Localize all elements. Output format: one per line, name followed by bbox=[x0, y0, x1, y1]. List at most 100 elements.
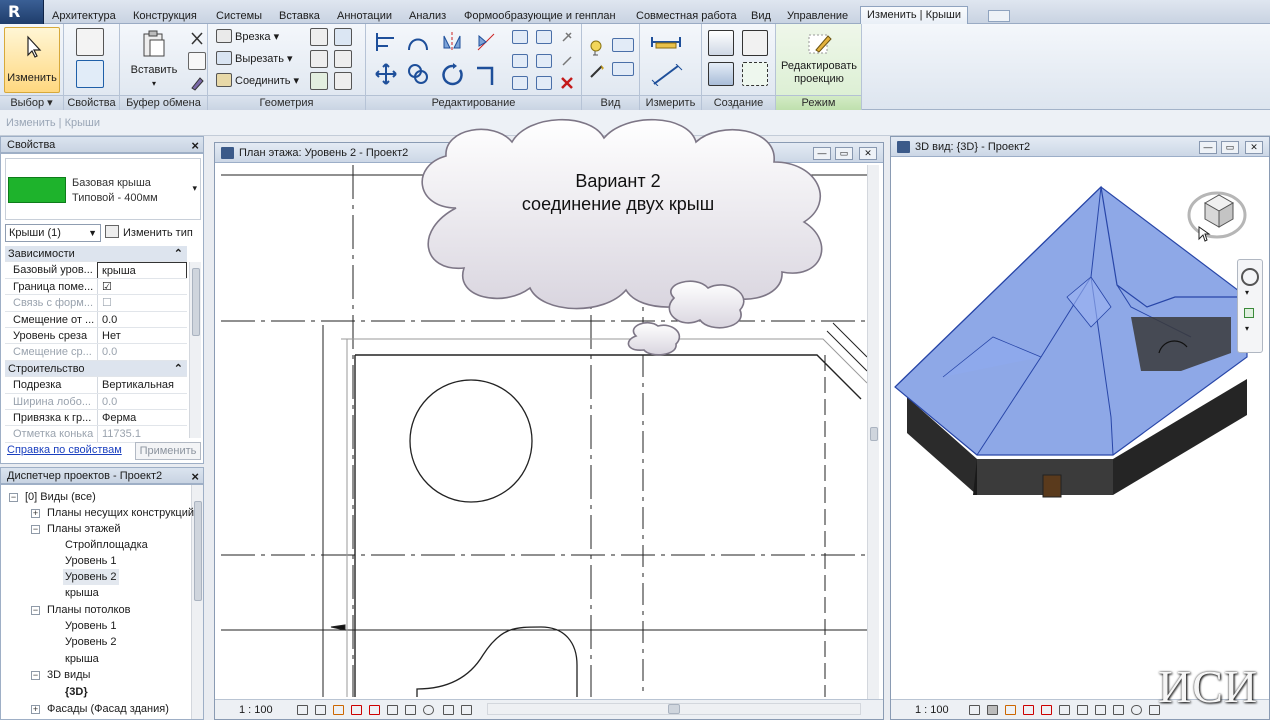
browser-tree-node[interactable]: 3D виды bbox=[47, 667, 90, 683]
project-browser-close-icon[interactable]: × bbox=[191, 468, 199, 485]
wall-joins-icon[interactable] bbox=[310, 50, 328, 68]
browser-tree-node[interactable]: Уровень 1 bbox=[65, 553, 117, 569]
apply-button[interactable]: Применить bbox=[135, 442, 201, 460]
reveal-hidden-icon[interactable] bbox=[423, 705, 434, 715]
3d-vertical-scrollbar[interactable] bbox=[1257, 357, 1269, 697]
align-icon[interactable] bbox=[374, 30, 398, 54]
mirror-draw-icon[interactable] bbox=[474, 30, 498, 54]
match-properties-icon[interactable] bbox=[188, 74, 206, 92]
browser-tree-node[interactable]: Фасады (Фасад здания) bbox=[47, 701, 169, 717]
property-row[interactable]: Привязка к гр... Ферма bbox=[5, 409, 187, 427]
properties-title-bar[interactable]: Свойства × bbox=[0, 136, 204, 153]
3d-minimize-icon[interactable]: — bbox=[1199, 141, 1217, 154]
floor-plan-scale[interactable]: 1 : 100 bbox=[239, 704, 273, 716]
type-properties-icon[interactable] bbox=[76, 60, 104, 88]
collapse-tree-icon[interactable]: − bbox=[31, 525, 40, 534]
copy-icon[interactable] bbox=[188, 52, 206, 70]
sun-path-icon[interactable] bbox=[333, 705, 344, 715]
browser-tree-node[interactable]: Уровень 2 bbox=[65, 634, 117, 650]
edit-footprint-button[interactable]: Редактировать проекцию bbox=[778, 30, 860, 86]
hide-in-view-icon[interactable] bbox=[588, 38, 606, 56]
trim-single-icon[interactable] bbox=[512, 54, 528, 68]
array-icon[interactable] bbox=[536, 54, 552, 68]
browser-tree-node[interactable]: Стройплощадка bbox=[65, 537, 148, 553]
property-category[interactable]: Зависимости ⌃ bbox=[5, 246, 187, 263]
property-row[interactable]: Отметка конька 11735.1 bbox=[5, 426, 187, 443]
property-category[interactable]: Строительство ⌃ bbox=[5, 360, 187, 378]
mirror-axis-icon[interactable] bbox=[440, 30, 464, 54]
property-value[interactable]: крыша bbox=[97, 262, 187, 278]
property-value[interactable]: Нет bbox=[97, 327, 187, 344]
properties-icon[interactable] bbox=[76, 28, 104, 56]
3d-view-title-bar[interactable]: 3D вид: {3D} - Проект2 — ▭ ✕ bbox=[891, 137, 1269, 157]
linework-icon[interactable] bbox=[588, 62, 606, 80]
application-menu-button[interactable]: R bbox=[0, 0, 44, 24]
split-icon[interactable] bbox=[512, 30, 528, 44]
temporary-hide-icon[interactable] bbox=[405, 705, 416, 715]
3d-temporary-hide-icon[interactable] bbox=[1113, 705, 1124, 715]
zoom-region-icon[interactable] bbox=[1244, 308, 1254, 318]
tab-architecture[interactable]: Архитектура bbox=[52, 8, 116, 24]
3d-detail-level-icon[interactable] bbox=[969, 705, 980, 715]
property-row[interactable]: Ширина лобо... 0.0 bbox=[5, 393, 187, 410]
tab-modify-roofs[interactable]: Изменить | Крыши bbox=[860, 6, 968, 25]
property-row[interactable]: Базовый уров... крыша bbox=[5, 262, 187, 279]
paint-icon[interactable] bbox=[334, 28, 352, 46]
aligned-dimension-icon[interactable] bbox=[650, 63, 684, 87]
floor-plan-horizontal-scrollbar[interactable] bbox=[487, 703, 861, 715]
steering-wheel-icon[interactable] bbox=[1241, 268, 1259, 286]
3d-rendering-icon[interactable] bbox=[1041, 705, 1052, 715]
move-icon[interactable] bbox=[374, 62, 398, 86]
3d-shadows-icon[interactable] bbox=[1023, 705, 1034, 715]
browser-tree-node[interactable]: Уровень 2 bbox=[63, 569, 119, 585]
expand-icon[interactable]: + bbox=[31, 509, 40, 518]
property-value[interactable]: 0.0 bbox=[97, 311, 187, 327]
browser-tree-node[interactable]: {3D} bbox=[65, 684, 88, 700]
3d-close-icon[interactable]: ✕ bbox=[1245, 141, 1263, 154]
property-value[interactable]: Вертикальная bbox=[97, 377, 187, 393]
unpin-icon[interactable] bbox=[560, 54, 574, 68]
expand-icon[interactable]: + bbox=[31, 705, 40, 714]
tab-view[interactable]: Вид bbox=[751, 8, 771, 24]
properties-scroll-thumb[interactable] bbox=[192, 268, 200, 336]
copy-element-icon[interactable] bbox=[406, 62, 430, 86]
analytical-model-icon[interactable] bbox=[443, 705, 454, 715]
property-row[interactable]: Граница поме... ☑ bbox=[5, 278, 187, 296]
type-selector[interactable]: Базовая крыша Типовой - 400мм ▾ bbox=[5, 158, 201, 220]
property-row[interactable]: Уровень среза Нет bbox=[5, 327, 187, 345]
tab-systems[interactable]: Системы bbox=[216, 8, 262, 24]
highlight-displacement-icon[interactable] bbox=[461, 705, 472, 715]
browser-tree-node[interactable]: Планы потолков bbox=[47, 602, 130, 618]
3d-view-scale[interactable]: 1 : 100 bbox=[915, 704, 949, 716]
floor-plan-h-thumb[interactable] bbox=[668, 704, 680, 714]
3d-sun-path-icon[interactable] bbox=[1005, 705, 1016, 715]
crop-view-icon[interactable] bbox=[369, 705, 380, 715]
tab-structure[interactable]: Конструкция bbox=[133, 8, 197, 24]
offset-icon[interactable] bbox=[406, 30, 430, 54]
visual-style-icon[interactable] bbox=[315, 705, 326, 715]
cut-geometry-button[interactable]: Вырезать ▾ bbox=[216, 50, 293, 68]
rotate-icon[interactable] bbox=[440, 62, 466, 88]
browser-tree-node[interactable]: Планы этажей bbox=[47, 521, 121, 537]
property-value[interactable]: ☑ bbox=[97, 278, 187, 295]
browser-tree-node[interactable]: [0] Виды (все) bbox=[25, 489, 96, 505]
scale-icon[interactable] bbox=[512, 76, 528, 90]
property-row[interactable]: Смещение от ... 0.0 bbox=[5, 311, 187, 328]
3d-reveal-hidden-icon[interactable] bbox=[1131, 705, 1142, 715]
tab-massing-site[interactable]: Формообразующие и генплан bbox=[464, 8, 616, 24]
3d-crop-view-icon[interactable] bbox=[1059, 705, 1070, 715]
collapse-tree-icon[interactable]: − bbox=[31, 671, 40, 680]
properties-help-link[interactable]: Справка по свойствам bbox=[7, 444, 122, 456]
viewcube[interactable] bbox=[1187, 183, 1251, 245]
paste-button[interactable]: Вставить ▾ bbox=[126, 30, 182, 90]
detail-level-icon[interactable] bbox=[297, 705, 308, 715]
trim-multiple-icon[interactable] bbox=[536, 76, 552, 90]
trim-extend-icon[interactable] bbox=[474, 62, 500, 88]
tab-annotate[interactable]: Аннотации bbox=[337, 8, 392, 24]
floor-plan-v-thumb[interactable] bbox=[870, 427, 878, 441]
tab-manage[interactable]: Управление bbox=[787, 8, 848, 24]
close-icon[interactable]: ✕ bbox=[859, 147, 877, 160]
measure-icon[interactable] bbox=[650, 34, 684, 50]
modify-button[interactable]: Изменить bbox=[4, 27, 60, 93]
override-graphics-icon[interactable] bbox=[612, 38, 634, 52]
